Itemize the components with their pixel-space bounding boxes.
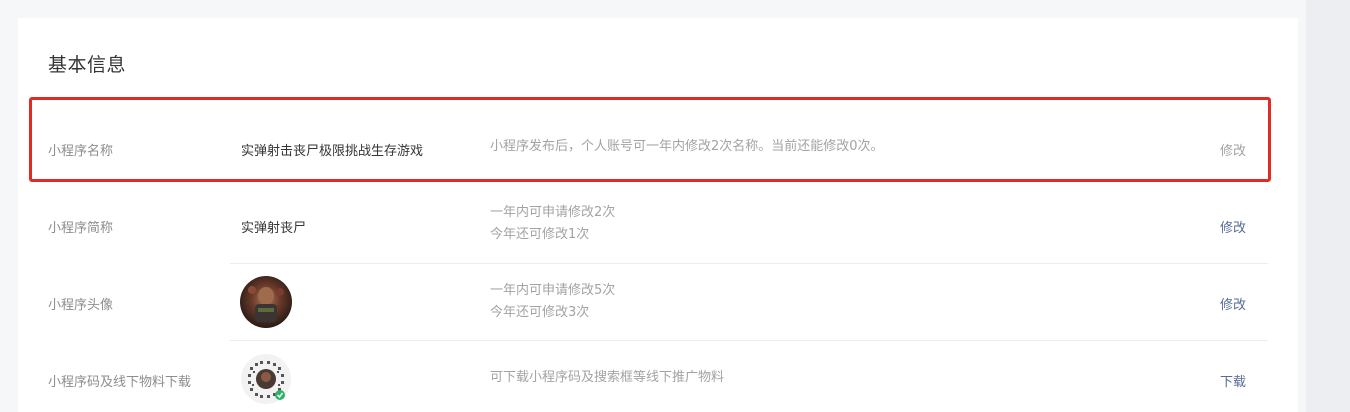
right-sidebar-rail [1306, 0, 1350, 412]
mini-program-short-name-value: 实弹射丧尸 [241, 221, 307, 236]
avatar-desc-line1: 一年内可申请修改5次 [490, 283, 616, 298]
basic-info-card: 基本信息 小程序名称 实弹射击丧尸极限挑战生存游戏 小程序发布后，个人账号可一年… [18, 18, 1298, 412]
mini-program-name-value: 实弹射击丧尸极限挑战生存游戏 [241, 144, 424, 159]
short-name-desc-line1: 一年内可申请修改2次 [490, 205, 616, 220]
avatar-desc-line2: 今年还可修改3次 [490, 305, 590, 320]
modify-name-button[interactable]: 修改 [1220, 140, 1246, 159]
mini-program-short-name-label: 小程序简称 [48, 221, 114, 236]
download-button[interactable]: 下载 [1220, 371, 1246, 390]
mini-program-avatar-label: 小程序头像 [48, 298, 114, 313]
row-divider [230, 340, 1268, 341]
page: 基本信息 小程序名称 实弹射击丧尸极限挑战生存游戏 小程序发布后，个人账号可一年… [0, 0, 1350, 412]
row-divider [230, 263, 1268, 264]
code-download-desc: 可下载小程序码及搜索框等线下推广物料 [490, 370, 725, 385]
modify-avatar-button[interactable]: 修改 [1220, 294, 1246, 313]
mini-program-code-label: 小程序码及线下物料下载 [48, 375, 192, 390]
short-name-desc-line2: 今年还可修改1次 [490, 227, 590, 242]
mini-program-code-image [240, 353, 292, 405]
mini-program-name-label: 小程序名称 [48, 144, 114, 159]
modify-short-name-button[interactable]: 修改 [1220, 217, 1246, 236]
mini-program-avatar [240, 276, 292, 328]
mini-program-name-desc: 小程序发布后，个人账号可一年内修改2次名称。当前还能修改0次。 [490, 139, 884, 154]
section-title: 基本信息 [48, 54, 127, 76]
